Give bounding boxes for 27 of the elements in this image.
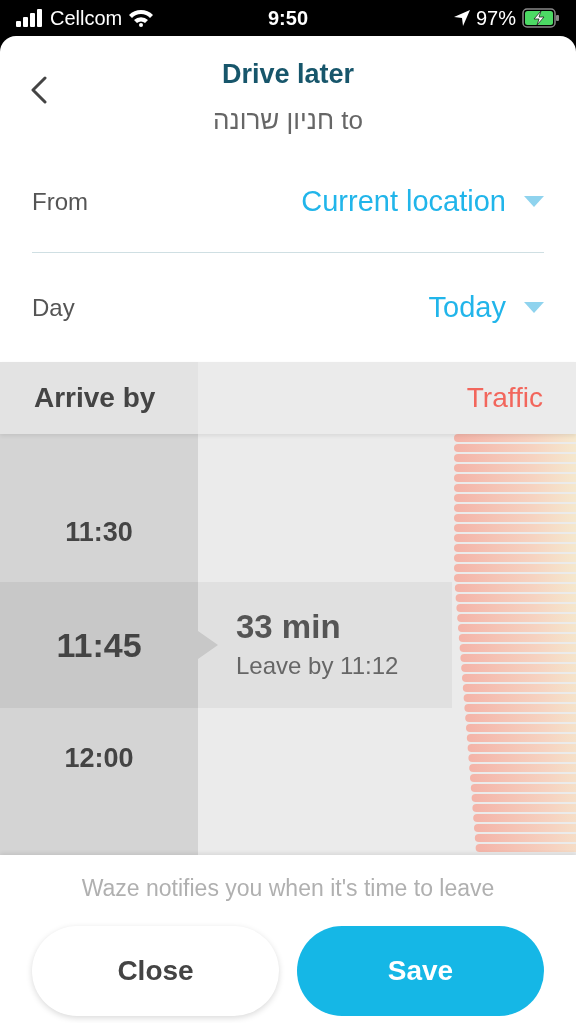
drive-duration: 33 min bbox=[236, 607, 342, 648]
field-label: From bbox=[32, 187, 88, 217]
carrier-name: Cellcom bbox=[50, 6, 123, 31]
close-button[interactable]: Close bbox=[32, 925, 279, 1016]
battery-percent: 97% bbox=[475, 6, 516, 31]
battery-charging-icon bbox=[522, 8, 560, 28]
page-title: Drive later bbox=[221, 58, 355, 91]
notification-note: Waze notifies you when it's time to leave bbox=[81, 874, 495, 903]
clock-time: 9:50 bbox=[267, 6, 309, 31]
location-arrow-icon bbox=[453, 10, 470, 26]
time-row[interactable]: 11:30 bbox=[0, 482, 452, 582]
arrival-time: 12:00 bbox=[64, 741, 134, 775]
dropdown-caret-icon bbox=[524, 196, 544, 208]
dropdown-caret-icon bbox=[524, 301, 544, 314]
wifi-icon bbox=[128, 9, 155, 27]
field-label: Day bbox=[32, 292, 75, 323]
time-row[interactable]: 12:00 bbox=[0, 708, 452, 808]
leave-by-time: Leave by 11:12 bbox=[236, 650, 399, 681]
arrival-time: 11:30 bbox=[65, 515, 133, 549]
column-header: Arrive by bbox=[0, 362, 198, 434]
signal-icon bbox=[16, 9, 44, 27]
column-header: Traffic bbox=[465, 381, 544, 415]
time-row[interactable]: 11:45 33 min Leave by 11:12 bbox=[0, 582, 452, 708]
destination-subtitle: חניון שרונה to bbox=[213, 103, 363, 137]
back-chevron-icon bbox=[31, 76, 47, 104]
arrival-time: 11:45 bbox=[56, 624, 142, 666]
pointer-icon bbox=[198, 631, 218, 659]
